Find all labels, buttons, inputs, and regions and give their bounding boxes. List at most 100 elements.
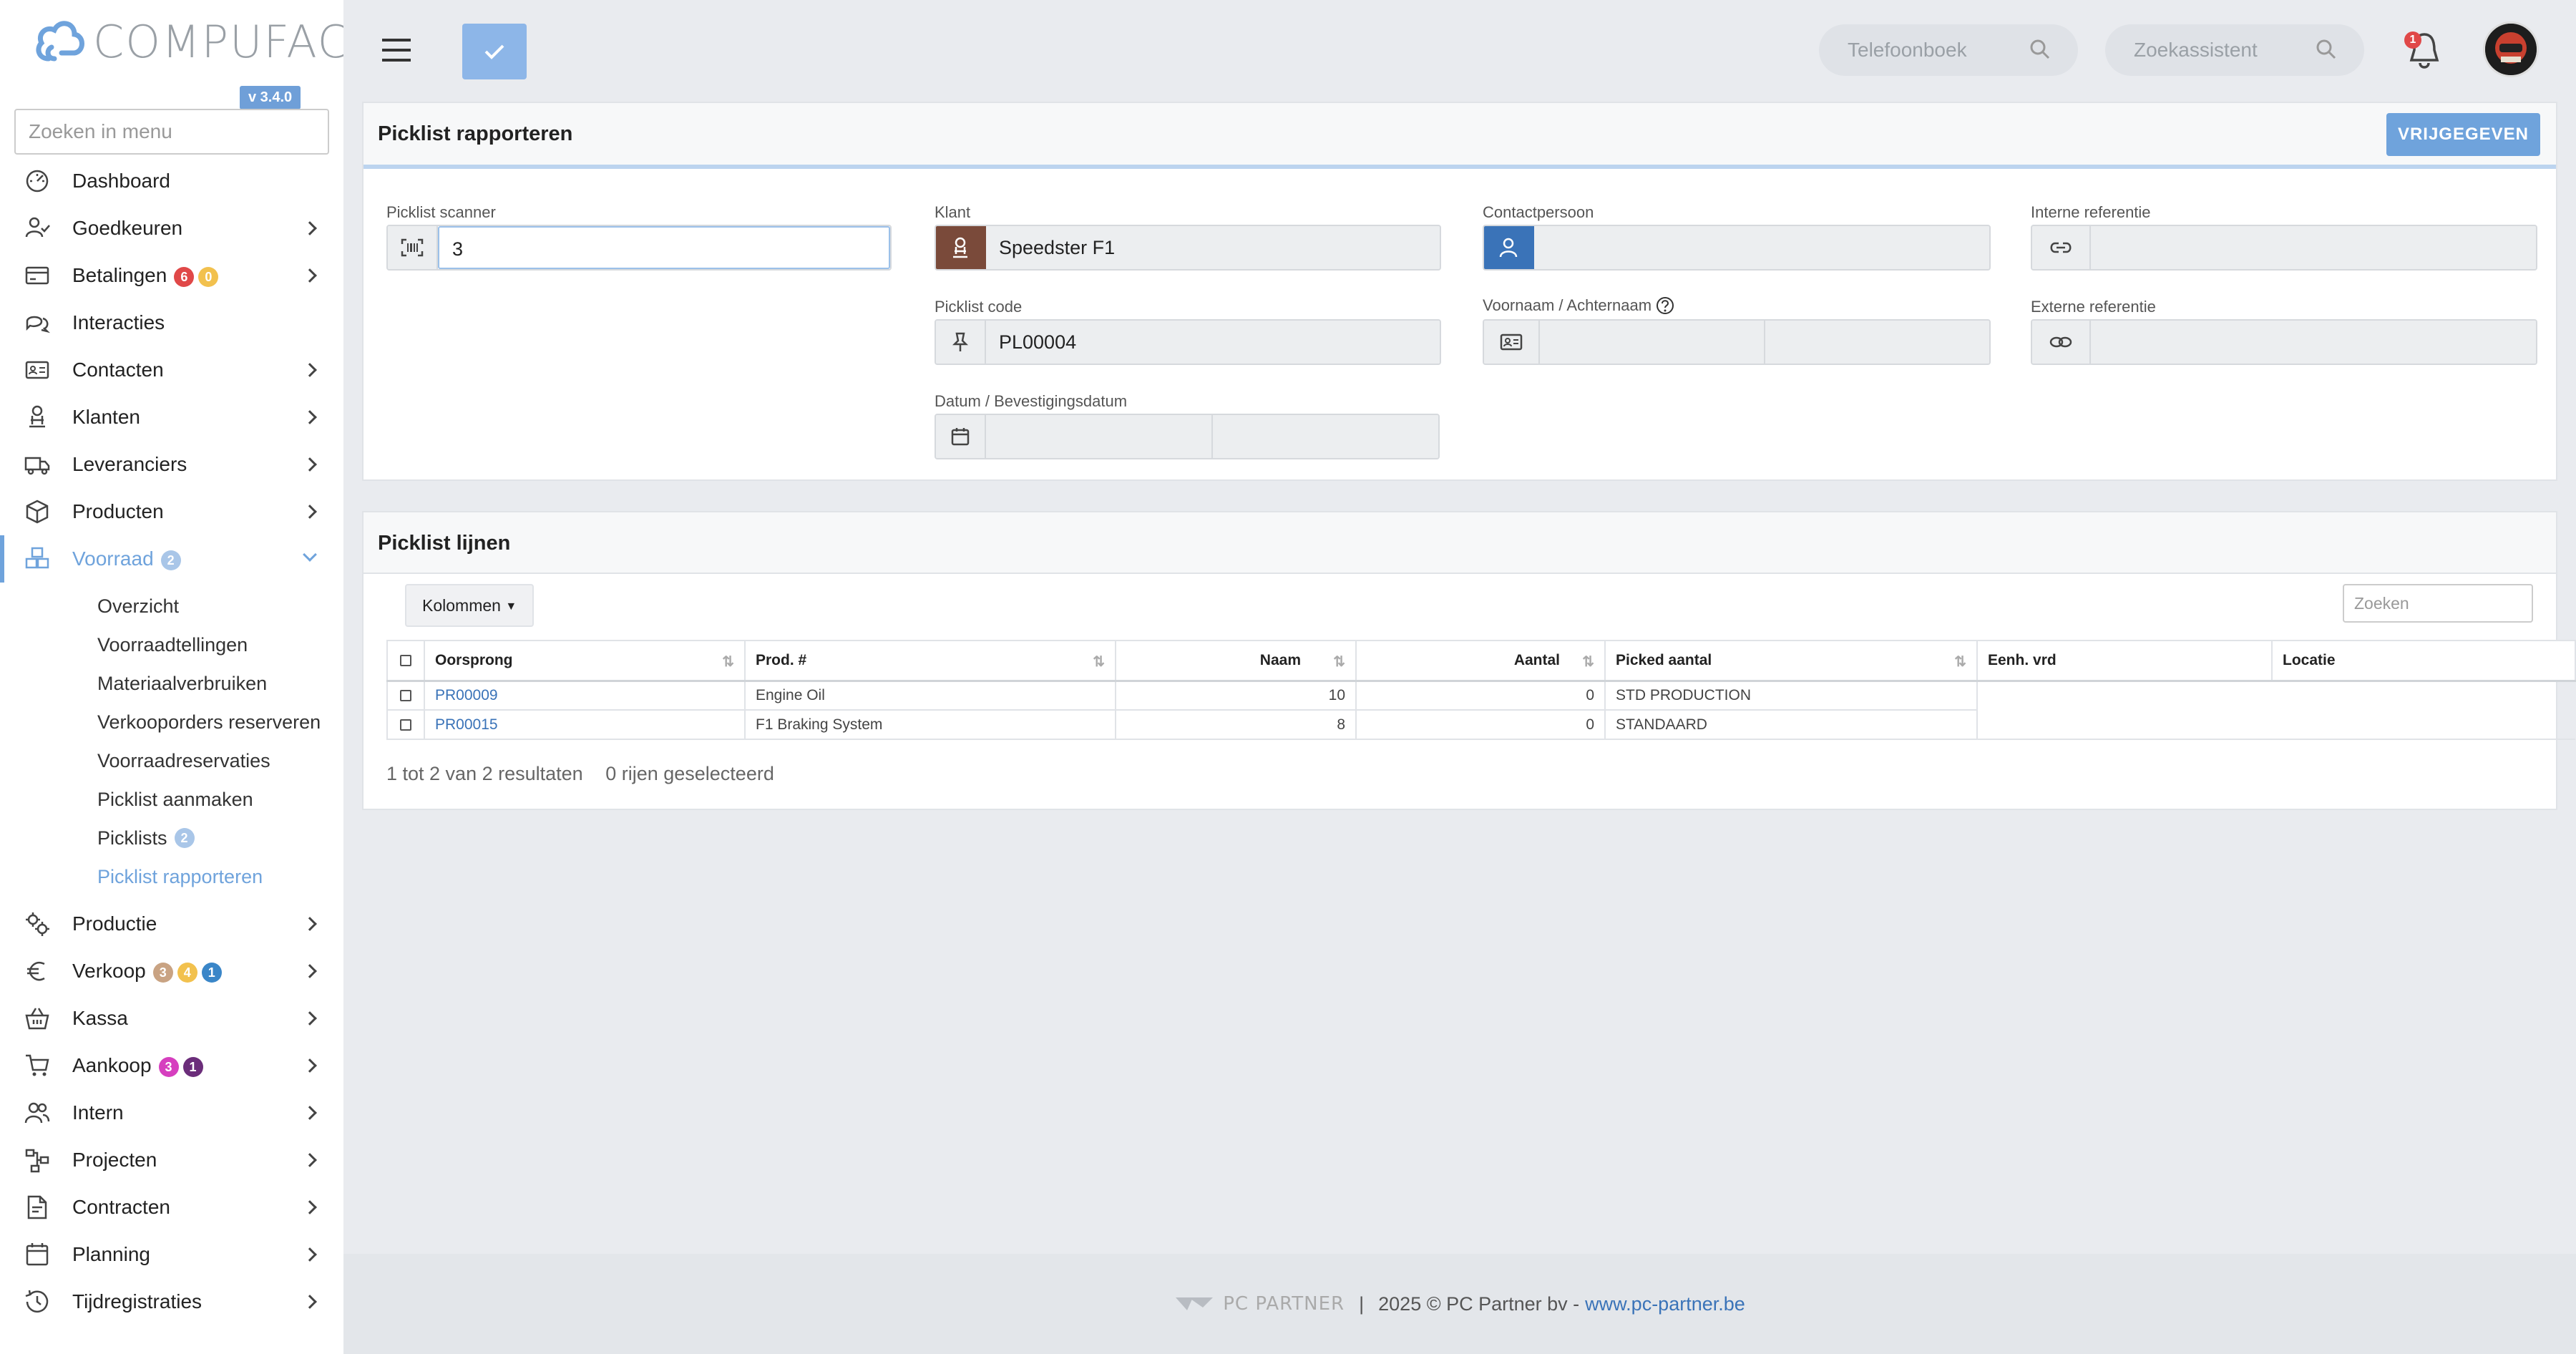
table-info: 1 tot 2 van 2 resultaten 0 rijen geselec… — [386, 763, 774, 785]
submenu-item-picklist-rapporteren[interactable]: Picklist rapporteren — [0, 857, 343, 896]
sidebar-item-aankoop[interactable]: Aankoop 3 1 — [0, 1042, 343, 1089]
submenu-item-voorraadtellingen[interactable]: Voorraadtellingen — [0, 625, 343, 664]
col-qty[interactable]: Aantal ⇅ — [1355, 640, 1606, 682]
row-select-cell — [386, 680, 425, 711]
sidebar-item-klanten[interactable]: Klanten — [0, 394, 343, 441]
picklist-lines-table: Oorsprong ⇅ Prod. # ⇅ Naam ⇅ Aantal ⇅ Picked… — [386, 640, 2576, 740]
sidebar-item-productie[interactable]: Productie — [0, 900, 343, 948]
contact-person-icon[interactable] — [1484, 226, 1534, 269]
sidebar-item-betalingen[interactable]: Betalingen 6 0 — [0, 252, 343, 299]
footer: PC PARTNER | 2025 © PC Partner bv - www.… — [343, 1254, 2576, 1354]
first-name-field[interactable] — [1540, 321, 1765, 364]
phonebook-search[interactable]: Telefoonboek — [1819, 24, 2078, 76]
sidebar-item-interacties[interactable]: Interacties — [0, 299, 343, 346]
sidebar-item-projecten[interactable]: Projecten — [0, 1136, 343, 1184]
picklist-lines-card: Picklist lijnen Kolommen ▼ Zoeken Oorspr… — [362, 511, 2576, 810]
assistant-search[interactable]: Zoekassistent — [2105, 24, 2364, 76]
col-picked[interactable]: Picked aantal ⇅ — [1604, 640, 1978, 682]
submenu-label: Picklist rapporteren — [97, 865, 263, 887]
submenu-label: Materiaalverbruiken — [97, 672, 268, 694]
submenu-item-voorraadreservaties[interactable]: Voorraadreservaties — [0, 741, 343, 780]
footer-separator: | — [1359, 1292, 1365, 1315]
customer-icon[interactable] — [936, 226, 986, 269]
col-name[interactable]: Naam ⇅ — [1115, 640, 1357, 682]
table-row[interactable]: PR00009 Engine Oil 10 0 STD PRODUCTION — [386, 680, 2575, 711]
origin-link[interactable]: PR00015 — [435, 716, 498, 733]
sort-icon: ⇅ — [1333, 654, 1345, 670]
sidebar-item-label: Dashboard — [72, 170, 170, 192]
internal-ref-field[interactable] — [2091, 226, 2536, 269]
picked-cell: STANDAARD — [1604, 709, 1978, 740]
chevron-right-icon — [303, 410, 317, 424]
submenu-item-materiaalverbruiken[interactable]: Materiaalverbruiken — [0, 664, 343, 703]
sidebar-item-kassa[interactable]: Kassa — [0, 995, 343, 1042]
row-checkbox[interactable] — [400, 719, 411, 731]
customer-field[interactable]: Speedster F1 — [986, 226, 1440, 269]
table-search-input[interactable]: Zoeken — [2343, 584, 2533, 623]
col-unit[interactable]: Eenh. vrd — [1976, 640, 2273, 682]
origin-link[interactable]: PR00009 — [435, 687, 498, 703]
internal-ref-label: Interne referentie — [2031, 203, 2151, 221]
select-all-checkbox[interactable] — [400, 654, 411, 666]
main-nav: Dashboard Goedkeuren Betalingen 6 0 Interacti… — [0, 157, 343, 1325]
submenu-item-picklists[interactable]: Picklists 2 — [0, 819, 343, 857]
sidebar-item-intern[interactable]: Intern — [0, 1089, 343, 1136]
name-label: Voornaam / Achternaam — [1483, 296, 1652, 314]
release-button[interactable]: VRIJGEGEVEN — [2386, 113, 2540, 156]
table-row[interactable]: PR00015 F1 Braking System 8 0 STANDAARD — [386, 709, 2575, 740]
col-location[interactable]: Locatie — [2271, 640, 2576, 682]
chevron-right-icon — [303, 457, 317, 472]
sidebar-item-dashboard[interactable]: Dashboard — [0, 157, 343, 205]
confirmation-date-field[interactable] — [1213, 415, 1438, 458]
picklist-code-field[interactable]: PL00004 — [986, 321, 1440, 364]
col-origin[interactable]: Oorsprong ⇅ — [424, 640, 746, 682]
selected-count: 0 rijen geselecteerd — [605, 763, 774, 784]
barcode-icon — [388, 226, 438, 269]
date-field[interactable] — [986, 415, 1213, 458]
submenu-item-verkooporders-reserveren[interactable]: Verkooporders reserveren — [0, 703, 343, 741]
sidebar: COMPUFACT v 3.4.0 Zoeken in menu Dashboa… — [0, 0, 377, 1354]
customer-icon — [23, 403, 52, 432]
sidebar-item-voorraad[interactable]: Voorraad 2 — [0, 535, 343, 583]
contact-field[interactable] — [1534, 226, 1989, 269]
count-badge: 3 — [158, 1056, 179, 1077]
chat-icon — [23, 308, 52, 337]
last-name-field[interactable] — [1765, 321, 1989, 364]
help-icon[interactable] — [1656, 296, 1674, 315]
footer-link[interactable]: www.pc-partner.be — [1585, 1293, 1745, 1315]
sidebar-item-contracten[interactable]: Contracten — [0, 1184, 343, 1231]
sidebar-item-producten[interactable]: Producten — [0, 488, 343, 535]
sidebar-item-verkoop[interactable]: Verkoop 3 4 1 — [0, 948, 343, 995]
submenu-item-picklist-aanmaken[interactable]: Picklist aanmaken — [0, 780, 343, 819]
confirm-button[interactable] — [462, 24, 527, 79]
picklist-report-card: Picklist rapporteren VRIJGEGEVEN Picklis… — [362, 102, 2557, 481]
empty-cell — [1977, 681, 2575, 710]
columns-dropdown-button[interactable]: Kolommen ▼ — [405, 584, 535, 627]
compufact-logo[interactable]: COMPUFACT — [33, 14, 379, 69]
external-ref-field[interactable] — [2091, 321, 2536, 364]
sidebar-item-goedkeuren[interactable]: Goedkeuren — [0, 205, 343, 252]
pin-icon — [936, 321, 986, 364]
calendar-icon — [23, 1240, 52, 1269]
scanner-input[interactable]: 3 — [438, 226, 890, 269]
col-product[interactable]: Prod. # ⇅ — [744, 640, 1116, 682]
external-ref-label: Externe referentie — [2031, 298, 2156, 316]
sidebar-item-leveranciers[interactable]: Leveranciers — [0, 441, 343, 488]
chevron-right-icon — [303, 917, 317, 931]
sidebar-item-label: Interacties — [72, 311, 165, 333]
sidebar-item-tijdregistraties[interactable]: Tijdregistraties — [0, 1278, 343, 1325]
user-avatar[interactable] — [2483, 21, 2539, 77]
count-badge: 1 — [201, 962, 222, 983]
sidebar-item-contacten[interactable]: Contacten — [0, 346, 343, 394]
hamburger-menu-button[interactable] — [381, 34, 412, 66]
menu-search-input[interactable]: Zoeken in menu — [14, 109, 329, 155]
page-title: Picklist rapporteren — [378, 122, 573, 145]
row-checkbox[interactable] — [400, 689, 411, 701]
name-label-wrap: Voornaam / Achternaam — [1483, 296, 1674, 315]
contract-icon — [23, 1193, 52, 1222]
submenu-item-overzicht[interactable]: Overzicht — [0, 587, 343, 625]
submenu-label: Picklists — [97, 827, 167, 849]
sidebar-item-planning[interactable]: Planning — [0, 1231, 343, 1278]
chevron-right-icon — [303, 1200, 317, 1214]
notification-count-badge: 1 — [2404, 31, 2421, 49]
